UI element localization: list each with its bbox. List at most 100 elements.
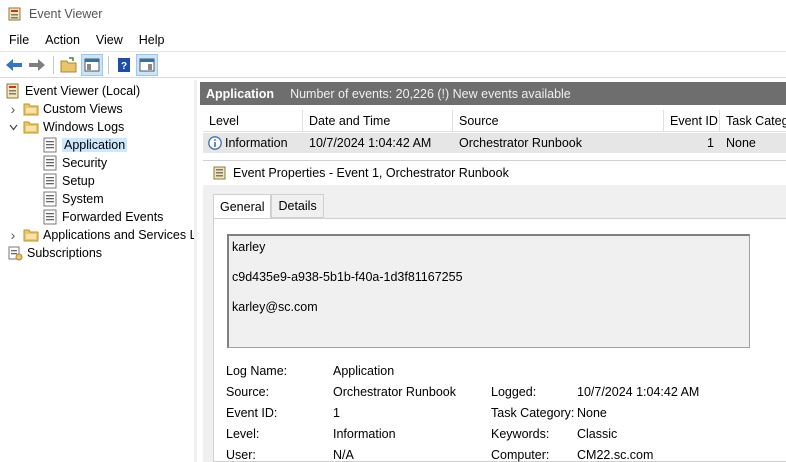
event-list-header: Level Date and Time Source Event ID Task… <box>203 110 786 132</box>
open-folder-icon[interactable] <box>58 54 80 76</box>
logged-label: Logged: <box>491 385 537 399</box>
tree-item-forwarded-events[interactable]: Forwarded Events <box>42 208 163 226</box>
event-properties-icon <box>213 166 227 180</box>
folder-icon <box>23 119 39 135</box>
window-title: Event Viewer <box>29 7 103 21</box>
tree-item-setup[interactable]: Setup <box>42 172 95 190</box>
tree-splitter[interactable] <box>194 80 197 462</box>
subscriptions-icon <box>7 245 23 261</box>
logged-value: 10/7/2024 1:04:42 AM <box>577 385 700 399</box>
toolbar-separator <box>53 55 54 74</box>
general-tab-pane: karley c9d435e9-a938-5b1b-f40a-1d3f81167… <box>213 218 786 462</box>
log-icon <box>42 209 58 225</box>
event-properties-panel: General Details karley c9d435e9-a938-5b1… <box>203 185 786 462</box>
navigation-tree: Event Viewer (Local) › Custom Views Windows… <box>0 80 197 462</box>
menu-help[interactable]: Help <box>131 33 173 47</box>
forward-arrow-icon[interactable] <box>26 54 48 76</box>
log-icon <box>42 155 58 171</box>
event-id-label: Event ID: <box>226 406 278 420</box>
log-name-value: Application <box>333 364 395 378</box>
log-icon <box>42 191 58 207</box>
row-task-category: None <box>726 136 756 150</box>
event-viewer-icon <box>8 7 22 21</box>
row-event-id: 1 <box>707 136 714 150</box>
collapse-chevron-icon[interactable] <box>7 121 19 133</box>
tree-item-label: Application <box>62 138 128 152</box>
tab-details[interactable]: Details <box>271 194 324 218</box>
event-count-status: Number of events: 20,226 (!) New events … <box>290 86 571 101</box>
level-value: Information <box>333 427 396 441</box>
tree-item-label: Forwarded Events <box>62 210 164 224</box>
tree-item-event-viewer-local[interactable]: Event Viewer (Local) <box>5 82 140 100</box>
computer-value: CM22.sc.com <box>577 448 654 462</box>
log-header: Application Number of events: 20,226 (!)… <box>200 82 786 105</box>
help-icon[interactable]: ? <box>113 54 135 76</box>
task-category-value: None <box>577 406 607 420</box>
toolbar-separator <box>108 55 109 74</box>
tree-item-security[interactable]: Security <box>42 154 107 172</box>
toolbar: ? <box>0 51 786 78</box>
menu-view[interactable]: View <box>88 33 131 47</box>
keywords-label: Keywords: <box>491 427 550 441</box>
tree-item-applications-and-services-lo[interactable]: › Applications and Services Lo <box>7 226 197 244</box>
event-viewer-icon <box>5 83 21 99</box>
source-value: Orchestrator Runbook <box>333 385 456 399</box>
title-bar: Event Viewer <box>0 0 786 28</box>
show-hide-tree-icon[interactable] <box>81 53 103 76</box>
log-name-label: Log Name: <box>226 364 288 378</box>
expand-chevron-icon[interactable]: › <box>7 227 19 243</box>
row-level: Information <box>225 136 288 150</box>
folder-icon <box>23 101 39 117</box>
level-label: Level: <box>226 427 260 441</box>
description-line: c9d435e9-a938-5b1b-f40a-1d3f81167255 <box>232 270 463 284</box>
computer-label: Computer: <box>491 448 550 462</box>
log-icon <box>42 137 58 153</box>
tree-item-label: Custom Views <box>43 102 123 116</box>
column-source[interactable]: Source <box>453 110 664 132</box>
event-properties-title: Event Properties - Event 1, Orchestrator… <box>233 165 509 180</box>
tree-item-label: Subscriptions <box>27 246 103 260</box>
folder-icon <box>23 227 39 243</box>
log-header-title: Application <box>206 86 275 101</box>
log-icon <box>42 173 58 189</box>
tree-item-label: Applications and Services Lo <box>43 228 197 242</box>
column-date-time[interactable]: Date and Time <box>303 110 453 132</box>
column-level[interactable]: Level <box>203 110 303 132</box>
event-id-value: 1 <box>333 406 340 420</box>
task-category-label: Task Category: <box>491 406 575 420</box>
tree-item-system[interactable]: System <box>42 190 104 208</box>
event-description-box[interactable]: karley c9d435e9-a938-5b1b-f40a-1d3f81167… <box>227 234 750 348</box>
tree-item-application[interactable]: Application <box>42 136 128 154</box>
event-list: Level Date and Time Source Event ID Task… <box>203 110 786 156</box>
column-task-category[interactable]: Task Categor <box>720 110 786 132</box>
user-value: N/A <box>333 448 354 462</box>
information-icon <box>208 136 222 150</box>
row-source: Orchestrator Runbook <box>459 136 582 150</box>
source-label: Source: <box>226 385 270 399</box>
expand-chevron-icon[interactable]: › <box>7 101 19 117</box>
row-date-time: 10/7/2024 1:04:42 AM <box>309 136 432 150</box>
tree-item-label: Windows Logs <box>43 120 125 134</box>
tree-item-label: System <box>62 192 104 206</box>
show-hide-action-pane-icon[interactable] <box>136 53 158 76</box>
description-line: karley@sc.com <box>232 300 318 314</box>
svg-text:?: ? <box>121 61 127 72</box>
tree-item-label: Event Viewer (Local) <box>25 84 141 98</box>
column-event-id[interactable]: Event ID <box>664 110 720 132</box>
tree-item-custom-views[interactable]: › Custom Views <box>7 100 123 118</box>
keywords-value: Classic <box>577 427 618 441</box>
tree-item-label: Security <box>62 156 108 170</box>
menu-bar: File Action View Help <box>0 29 786 50</box>
tab-general[interactable]: General <box>213 194 272 219</box>
event-properties-header: Event Properties - Event 1, Orchestrator… <box>203 160 786 184</box>
menu-action[interactable]: Action <box>37 33 88 47</box>
tree-item-subscriptions[interactable]: Subscriptions <box>7 244 102 262</box>
description-line: karley <box>232 240 266 254</box>
tree-item-windows-logs[interactable]: Windows Logs <box>7 118 124 136</box>
tree-item-label: Setup <box>62 174 95 188</box>
table-row[interactable]: Information 10/7/2024 1:04:42 AM Orchest… <box>203 133 786 153</box>
menu-file[interactable]: File <box>0 33 37 47</box>
back-arrow-icon[interactable] <box>3 54 25 76</box>
user-label: User: <box>226 448 256 462</box>
properties-tabs: General Details <box>213 194 324 219</box>
